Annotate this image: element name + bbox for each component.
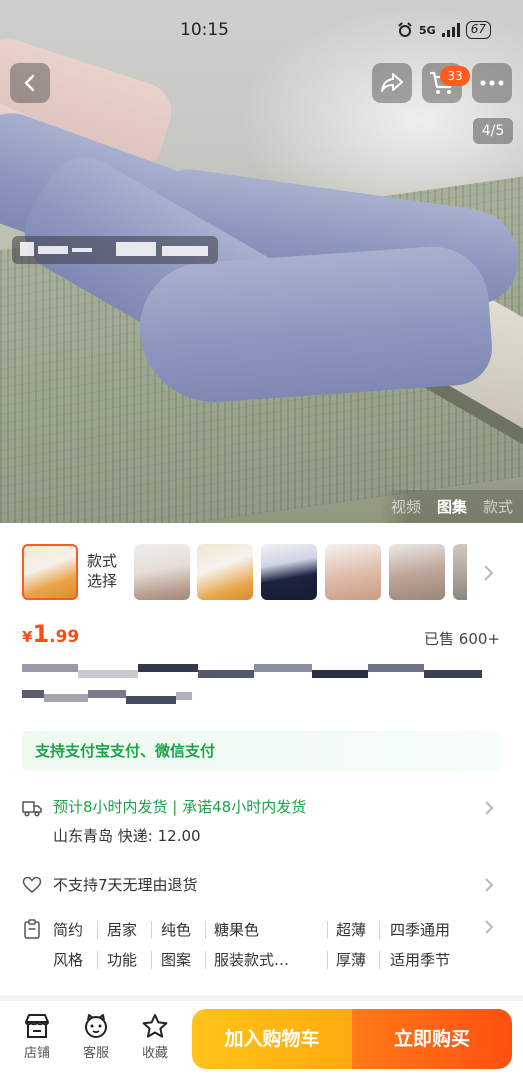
express-fee: 12.00: [157, 827, 201, 845]
purchase-actions: 加入购物车 立即购买: [192, 1009, 512, 1069]
service-label: 客服: [82, 1046, 109, 1061]
chevron-right-icon[interactable]: [482, 564, 494, 582]
customer-service-icon: [85, 1014, 107, 1038]
attr-label: 风格: [53, 951, 84, 969]
signal-icon: [441, 23, 460, 37]
price: ¥1.99: [22, 620, 79, 648]
add-to-cart-button[interactable]: 加入购物车: [192, 1009, 352, 1069]
payment-methods-banner: 支持支付宝支付、微信支付: [22, 731, 502, 771]
share-button[interactable]: [372, 63, 412, 103]
variant-thumb[interactable]: [325, 544, 381, 600]
clipboard-icon: [24, 919, 40, 939]
attr-value: 简约: [53, 921, 84, 939]
heart-icon: [22, 876, 42, 893]
star-icon: [142, 1014, 168, 1038]
attr-label: 厚薄: [336, 951, 367, 969]
network-label: 5G: [419, 23, 436, 37]
attr-value: 纯色: [161, 921, 192, 939]
variant-thumb[interactable]: [261, 544, 317, 600]
attr-divider: [327, 921, 328, 939]
shipping-origin: 山东青岛: [53, 827, 114, 845]
variant-selector: 款式 选择: [0, 540, 523, 606]
price-decimal: .99: [49, 627, 80, 647]
attr-divider: [327, 951, 328, 969]
shipping-chevron-right-icon[interactable]: [484, 800, 494, 816]
attr-divider: [151, 951, 152, 969]
attr-label: 服装款式…: [214, 951, 290, 969]
variant-thumb[interactable]: [134, 544, 190, 600]
status-indicators: 5G 67: [397, 21, 491, 39]
attr-value: 居家: [107, 921, 138, 939]
attr-divider: [379, 921, 380, 939]
battery-icon: 67: [465, 21, 491, 39]
tab-gallery[interactable]: 图集: [437, 496, 467, 517]
delivery-truck-icon: [22, 801, 42, 817]
chevron-left-icon: [24, 74, 35, 92]
attr-divider: [205, 921, 206, 939]
shipping-origin-fee: 山东青岛 快递: 12.00: [53, 825, 201, 846]
variant-label-line: 款式: [87, 552, 118, 570]
image-pager: 4/5: [473, 118, 513, 144]
price-currency: ¥: [22, 628, 33, 646]
sock-foot: [135, 242, 495, 408]
share-icon: [381, 73, 403, 92]
express-label: 快递:: [117, 827, 153, 845]
bottom-action-bar: 店铺 客服 收藏 加入购物车 立即购买: [0, 1001, 523, 1080]
variant-thumb-selected[interactable]: [22, 544, 78, 600]
attributes-chevron-right-icon[interactable]: [484, 919, 494, 935]
status-time: 10:15: [180, 20, 229, 40]
customer-service-button[interactable]: 客服: [76, 1013, 116, 1061]
attr-label: 图案: [161, 951, 192, 969]
attr-divider: [97, 951, 98, 969]
media-tabs: 视频 图集 款式: [380, 490, 523, 523]
blurred-image-caption: [12, 236, 218, 264]
shop-button[interactable]: 店铺: [17, 1013, 57, 1061]
favorite-label: 收藏: [141, 1046, 168, 1061]
variant-label-line: 选择: [87, 572, 118, 590]
sold-count: 已售 600+: [424, 630, 500, 648]
attr-divider: [97, 921, 98, 939]
cart-count-badge: 33: [440, 66, 470, 86]
attr-value: 四季通用: [390, 921, 451, 939]
return-policy: 不支持7天无理由退货: [53, 876, 198, 894]
tab-video[interactable]: 视频: [391, 496, 421, 517]
returns-chevron-right-icon[interactable]: [484, 877, 494, 893]
back-button[interactable]: [10, 63, 50, 103]
attr-value: 超薄: [336, 921, 367, 939]
shipping-promise: 预计8小时内发货 | 承诺48小时内发货: [53, 798, 307, 816]
more-button[interactable]: [472, 63, 512, 103]
attr-divider: [151, 921, 152, 939]
attr-divider: [379, 951, 380, 969]
buy-now-button[interactable]: 立即购买: [352, 1009, 512, 1069]
attr-value: 糖果色: [214, 921, 260, 939]
shop-label: 店铺: [23, 1046, 50, 1061]
status-bar: 10:15 5G 67: [0, 18, 523, 44]
variant-thumb[interactable]: [389, 544, 445, 600]
variant-thumb[interactable]: [197, 544, 253, 600]
attr-label: 功能: [107, 951, 138, 969]
variant-thumb-partial[interactable]: [453, 544, 467, 600]
tab-styles[interactable]: 款式: [483, 496, 513, 517]
attr-label: 适用季节: [390, 951, 451, 969]
more-dots-icon: [480, 80, 504, 86]
alarm-icon: [398, 22, 412, 37]
product-attributes[interactable]: 简约 风格 居家 功能 纯色 图案 糖果色 服装款式… 超薄 厚薄 四季通用 适…: [53, 917, 473, 977]
variant-label[interactable]: 款式 选择: [87, 551, 127, 591]
shop-icon: [25, 1014, 49, 1038]
favorite-button[interactable]: 收藏: [135, 1013, 175, 1061]
blurred-product-title: [22, 662, 482, 710]
attr-divider: [205, 951, 206, 969]
price-integer: 1: [32, 620, 50, 648]
